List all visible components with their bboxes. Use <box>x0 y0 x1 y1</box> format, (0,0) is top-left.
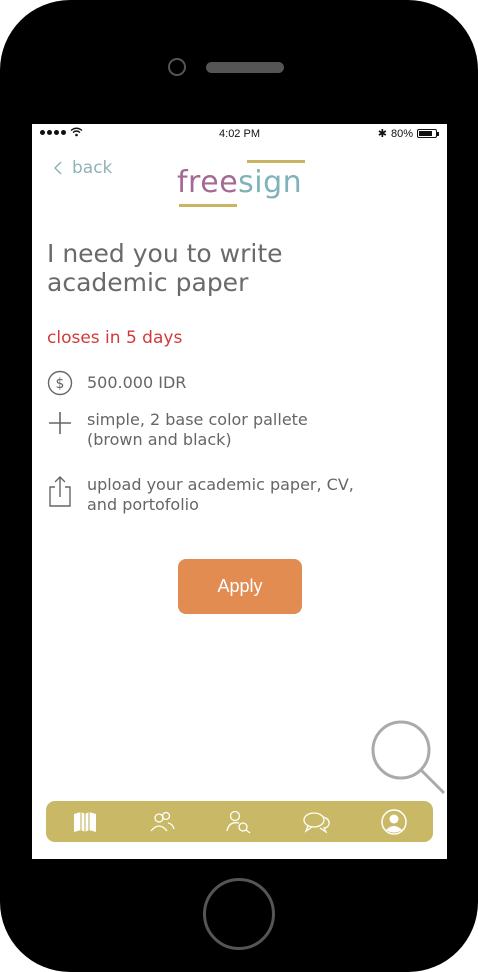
logo-sign: sign <box>238 165 303 200</box>
svg-text:$: $ <box>56 376 65 392</box>
price-text: 500.000 IDR <box>87 373 187 392</box>
back-label: back <box>72 158 113 178</box>
logo-text: freesign <box>177 165 302 200</box>
bluetooth-icon: ✱ <box>377 128 387 140</box>
book-icon <box>73 811 96 832</box>
job-title-line2: academic paper <box>47 268 249 297</box>
logo-free: free <box>177 165 239 200</box>
battery-area: ✱ 80% <box>377 127 439 140</box>
dollar-icon: $ <box>47 370 73 396</box>
deadline-text: closes in 5 days <box>47 328 183 348</box>
chat-icon <box>303 811 330 833</box>
profile-icon <box>381 808 407 835</box>
requirement-line1: simple, 2 base color pallete <box>87 410 308 429</box>
requirement-text: simple, 2 base color pallete (brown and … <box>87 410 308 450</box>
status-bar: 4:02 PM ✱ 80% <box>32 124 447 144</box>
chevron-left-icon <box>54 161 62 175</box>
user-search-icon <box>226 810 251 834</box>
apply-button[interactable]: Apply <box>178 559 302 614</box>
freesign-logo: freesign <box>177 158 307 210</box>
upload-text: upload your academic paper, CV, and port… <box>87 475 354 515</box>
logo-line-top <box>247 160 305 163</box>
tab-messages[interactable] <box>297 806 337 838</box>
back-button[interactable]: back <box>54 158 112 178</box>
upload-line2: and portofolio <box>87 495 199 514</box>
upload-row[interactable]: upload your academic paper, CV, and port… <box>47 475 354 515</box>
earpiece-speaker <box>206 62 284 73</box>
tab-browse[interactable] <box>65 806 105 838</box>
plus-icon <box>47 410 73 436</box>
bottom-tab-bar <box>46 801 433 842</box>
search-icon[interactable] <box>368 717 447 797</box>
phone-frame: 4:02 PM ✱ 80% back freesign I need you t… <box>0 0 478 972</box>
tab-community[interactable] <box>142 806 182 838</box>
job-title: I need you to write academic paper <box>47 239 427 297</box>
job-title-line1: I need you to write <box>47 239 283 268</box>
battery-percent: 80% <box>390 127 413 140</box>
logo-line-bottom <box>179 204 237 207</box>
tab-profile[interactable] <box>374 806 414 838</box>
screen: 4:02 PM ✱ 80% back freesign I need you t… <box>32 124 447 859</box>
requirement-row: simple, 2 base color pallete (brown and … <box>47 410 308 450</box>
upload-icon <box>47 475 73 507</box>
upload-line1: upload your academic paper, CV, <box>87 475 354 494</box>
battery-icon <box>417 129 439 138</box>
people-icon <box>150 811 175 831</box>
tab-find-people[interactable] <box>219 806 259 838</box>
front-camera <box>168 58 186 76</box>
price-row: $ 500.000 IDR <box>47 370 186 396</box>
home-button[interactable] <box>203 878 275 950</box>
requirement-line2: (brown and black) <box>87 430 232 449</box>
